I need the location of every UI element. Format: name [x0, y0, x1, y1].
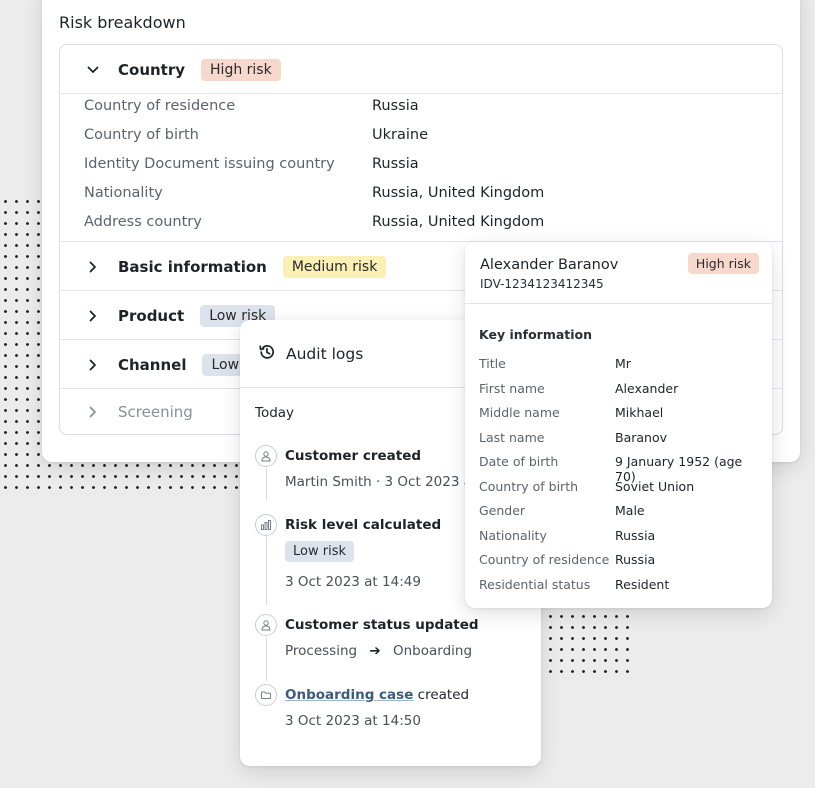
log-title: Risk level calculated — [285, 517, 442, 533]
folder-icon — [255, 684, 277, 706]
info-row: Country of birth Soviet Union — [479, 479, 764, 504]
detail-row: Nationality Russia, United Kingdom — [84, 180, 764, 209]
detail-key: Nationality — [84, 185, 163, 201]
status-change: Processing ➔ Onboarding — [285, 643, 472, 659]
key-information-list: Title Mr First name Alexander Middle name M… — [479, 356, 764, 601]
log-badge-wrap: Low risk — [285, 541, 354, 562]
info-value: Baranov — [615, 429, 668, 445]
log-subtitle: 3 Oct 2023 at 14:50 — [285, 713, 421, 729]
risk-row-country[interactable]: Country High risk — [60, 45, 782, 94]
user-icon — [255, 445, 277, 467]
info-key: Date of birth — [479, 454, 559, 469]
risk-badge-high: High risk — [687, 253, 759, 274]
info-value: Alexander — [615, 380, 679, 396]
status-to: Onboarding — [393, 643, 473, 659]
detail-key: Identity Document issuing country — [84, 156, 335, 172]
info-key: Gender — [479, 503, 526, 518]
detail-value: Russia, United Kingdom — [372, 214, 545, 230]
chevron-down-icon — [86, 63, 100, 77]
risk-breakdown-title: Risk breakdown — [59, 13, 186, 32]
info-key: Country of birth — [479, 478, 579, 494]
info-value: Male — [615, 503, 645, 518]
chevron-right-icon — [86, 260, 100, 274]
info-key: Middle name — [479, 405, 560, 420]
log-subtitle: 3 Oct 2023 at 14:49 — [285, 574, 421, 590]
detail-key: Country of residence — [84, 98, 236, 114]
info-value: Mr — [615, 356, 631, 371]
audit-day-label: Today — [255, 405, 295, 421]
log-title: Customer status updated — [285, 617, 479, 633]
info-key: Country of residence — [479, 552, 610, 567]
audit-logs-title: Audit logs — [286, 344, 364, 363]
risk-row-label: Basic information — [118, 257, 267, 276]
detail-row: Address country Russia, United Kingdom — [84, 209, 764, 238]
decorative-dot-pattern — [545, 600, 635, 680]
info-row: Country of residence Russia — [479, 552, 764, 577]
info-row: Residential status Resident — [479, 577, 764, 602]
risk-row-label: Product — [118, 306, 185, 325]
detail-row: Country of residence Russia — [84, 93, 764, 122]
risk-row-label: Screening — [118, 403, 193, 421]
divider — [465, 303, 772, 304]
info-row: Nationality Russia — [479, 528, 764, 553]
customer-profile-card: Alexander Baranov IDV-1234123412345 High… — [465, 242, 772, 608]
chevron-right-icon — [86, 309, 100, 323]
risk-row-label: Channel — [118, 355, 187, 374]
info-key: Title — [479, 356, 506, 371]
detail-value: Russia — [372, 98, 419, 114]
history-icon — [258, 343, 276, 365]
risk-badge-low: Low risk — [285, 541, 354, 562]
bar-chart-icon — [255, 514, 277, 536]
status-from: Processing — [285, 643, 358, 659]
customer-name: Alexander Baranov — [480, 257, 619, 273]
arrow-right-icon: ➔ — [369, 643, 381, 659]
detail-key: Country of birth — [84, 127, 199, 143]
info-row: First name Alexander — [479, 381, 764, 406]
info-key: Residential status — [479, 576, 591, 592]
log-title-rest: created — [413, 687, 470, 703]
detail-key: Address country — [84, 214, 202, 230]
onboarding-case-link[interactable]: Onboarding case — [285, 687, 413, 703]
info-row: Date of birth 9 January 1952 (age 70) — [479, 454, 764, 484]
country-details: Country of residence Russia Country of b… — [84, 93, 764, 238]
log-title: Customer created — [285, 448, 422, 464]
info-row: Last name Baranov — [479, 430, 764, 455]
info-row: Gender Male — [479, 503, 764, 528]
info-value: Resident — [615, 576, 670, 592]
info-value: Russia — [615, 527, 656, 543]
detail-row: Country of birth Ukraine — [84, 122, 764, 151]
info-value: Soviet Union — [615, 478, 695, 494]
chevron-right-icon — [86, 405, 100, 419]
info-key: Nationality — [479, 527, 547, 543]
info-value: Mikhael — [615, 405, 664, 420]
chevron-right-icon — [86, 358, 100, 372]
detail-value: Russia, United Kingdom — [372, 185, 545, 201]
risk-row-label: Country — [118, 60, 186, 79]
detail-row: Identity Document issuing country Russia — [84, 151, 764, 180]
info-row: Title Mr — [479, 356, 764, 381]
log-title: Onboarding case created — [285, 687, 469, 703]
info-row: Middle name Mikhael — [479, 405, 764, 430]
risk-badge-medium: Medium risk — [282, 255, 387, 278]
info-key: Last name — [479, 429, 545, 445]
info-value: Russia — [615, 552, 656, 567]
detail-value: Russia — [372, 156, 419, 172]
user-icon — [255, 614, 277, 636]
timeline-line — [266, 468, 267, 500]
detail-value: Ukraine — [372, 127, 428, 143]
risk-badge-high: High risk — [201, 58, 281, 81]
key-information-title: Key information — [479, 327, 593, 342]
customer-id: IDV-1234123412345 — [480, 277, 604, 291]
info-key: First name — [479, 380, 545, 396]
timeline-line — [266, 637, 267, 681]
timeline-line — [266, 537, 267, 605]
